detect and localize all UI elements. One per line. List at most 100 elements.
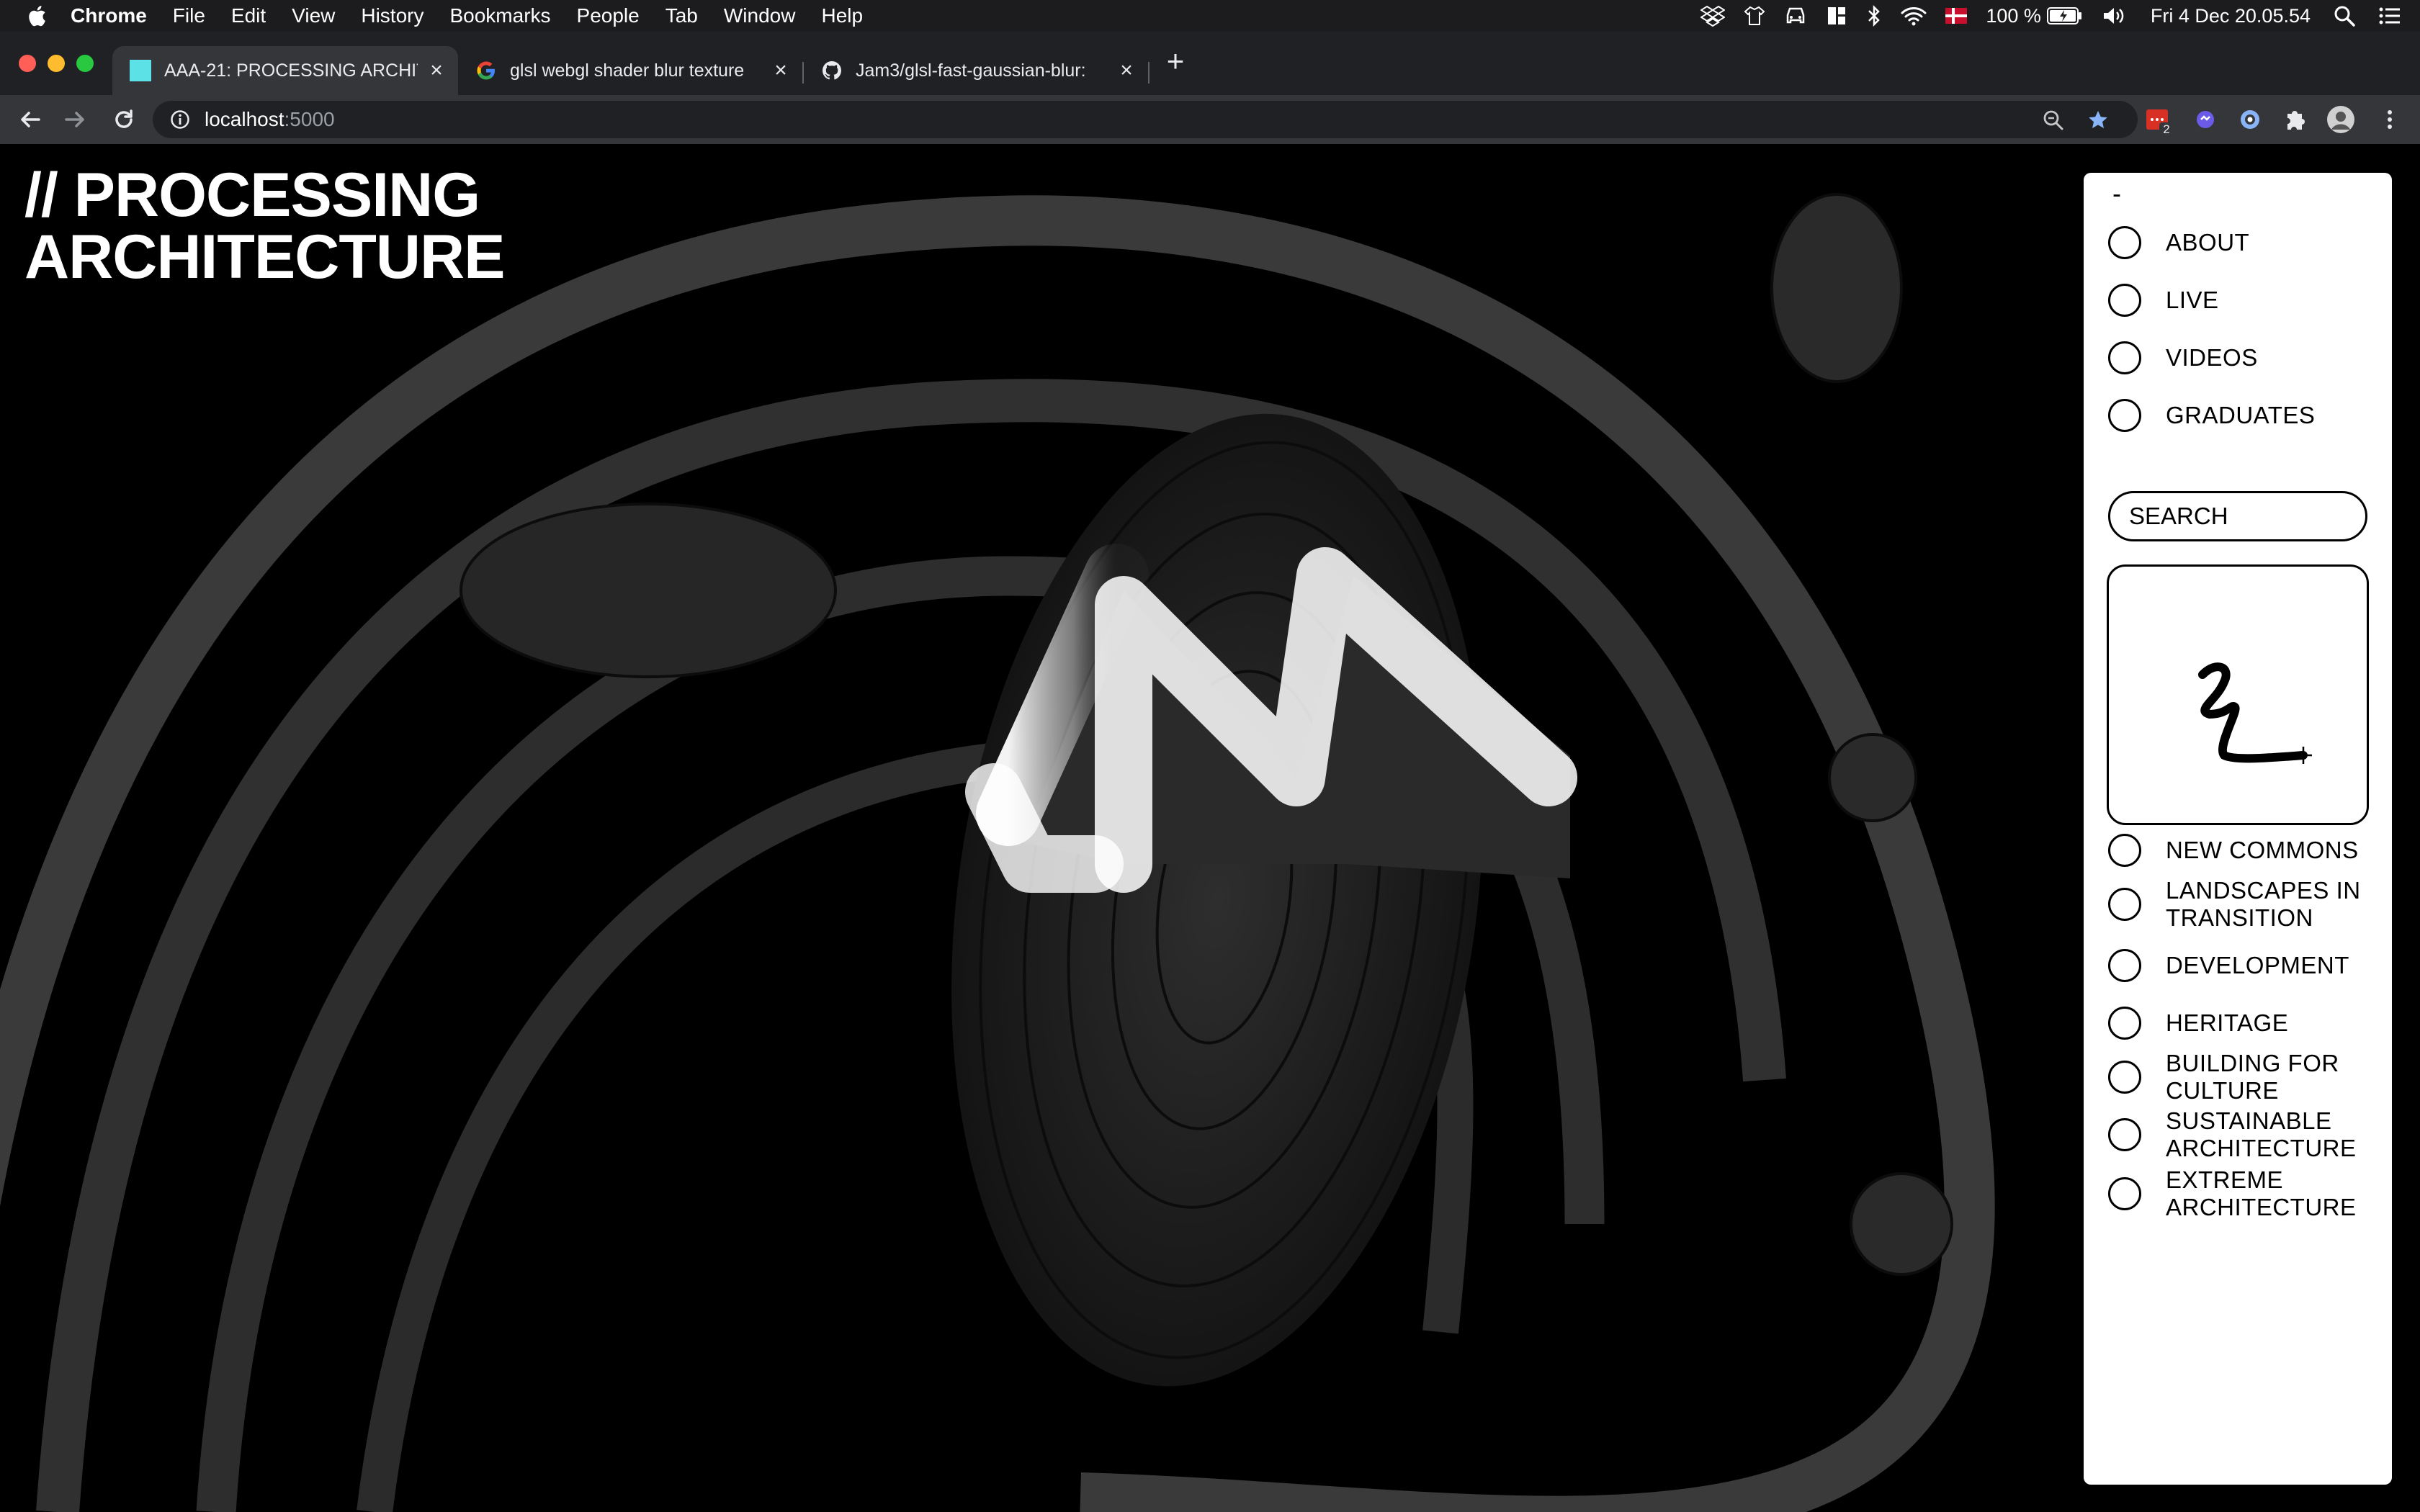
category-development[interactable]: DEVELOPMENT bbox=[2108, 949, 2382, 982]
url-text[interactable]: localhost:5000 bbox=[205, 108, 335, 131]
category-label: BUILDING FOR CULTURE bbox=[2166, 1050, 2339, 1104]
radio-circle-icon[interactable] bbox=[2108, 1118, 2141, 1151]
url-port: :5000 bbox=[284, 108, 335, 130]
close-tab-icon[interactable]: × bbox=[425, 58, 448, 82]
browser-toolbar: localhost:5000 2 bbox=[0, 95, 2420, 144]
radio-circle-icon[interactable] bbox=[2108, 834, 2141, 867]
category-label: NEW COMMONS bbox=[2166, 837, 2359, 863]
nav-item-label: ABOUT bbox=[2166, 229, 2250, 256]
github-icon bbox=[823, 61, 841, 80]
drawn-squiggle-sketch bbox=[2198, 662, 2312, 764]
drawing-pad[interactable] bbox=[2107, 564, 2369, 825]
back-arrow-icon[interactable] bbox=[16, 105, 45, 134]
danish-flag-icon[interactable] bbox=[1945, 8, 1968, 24]
menu-help[interactable]: Help bbox=[821, 4, 863, 27]
site-title-line2: ARCHITECTURE bbox=[24, 222, 505, 292]
spotlight-search-icon[interactable] bbox=[2334, 5, 2355, 27]
category-label: EXTREME ARCHITECTURE bbox=[2166, 1166, 2357, 1220]
chrome-menu-icon[interactable] bbox=[2377, 107, 2403, 132]
nav-item-about[interactable]: ABOUT bbox=[2108, 226, 2382, 259]
menu-window[interactable]: Window bbox=[724, 4, 796, 27]
menubar-datetime[interactable]: Fri 4 Dec 20.05.54 bbox=[2151, 5, 2311, 27]
macos-menu-bar: Chrome File Edit View History Bookmarks … bbox=[0, 0, 2420, 32]
tab-github-repo[interactable]: Jam3/glsl-fast-gaussian-blur: × bbox=[804, 46, 1148, 95]
dropbox-icon[interactable] bbox=[1700, 5, 1726, 27]
menu-history[interactable]: History bbox=[361, 4, 424, 27]
nav-item-live[interactable]: LIVE bbox=[2108, 284, 2382, 317]
volume-icon[interactable] bbox=[2102, 5, 2128, 27]
menu-tab[interactable]: Tab bbox=[666, 4, 698, 27]
forward-arrow-icon[interactable] bbox=[60, 105, 89, 134]
site-info-icon[interactable] bbox=[170, 109, 190, 130]
radio-circle-icon[interactable] bbox=[2108, 888, 2141, 921]
menu-file[interactable]: File bbox=[173, 4, 205, 27]
nav-item-label: LIVE bbox=[2166, 287, 2219, 313]
category-new-commons[interactable]: NEW COMMONS bbox=[2108, 834, 2382, 867]
radio-circle-icon[interactable] bbox=[2108, 341, 2141, 374]
window-close-button[interactable] bbox=[19, 55, 36, 72]
category-extreme-architecture[interactable]: EXTREME ARCHITECTURE bbox=[2108, 1166, 2382, 1221]
radio-circle-icon[interactable] bbox=[2108, 949, 2141, 982]
close-tab-icon[interactable]: × bbox=[769, 58, 792, 82]
extension-circle-icon[interactable] bbox=[2237, 107, 2263, 132]
radio-circle-icon[interactable] bbox=[2108, 226, 2141, 259]
window-minimize-button[interactable] bbox=[48, 55, 65, 72]
wifi-icon[interactable] bbox=[1901, 6, 1927, 26]
menu-app-name[interactable]: Chrome bbox=[71, 4, 147, 27]
tab-title: AAA-21: PROCESSING ARCHITE bbox=[164, 60, 418, 81]
nav-item-label: VIDEOS bbox=[2166, 344, 2258, 371]
extensions-puzzle-icon[interactable] bbox=[2282, 107, 2308, 132]
url-host: localhost bbox=[205, 108, 284, 130]
close-tab-icon[interactable]: × bbox=[1115, 58, 1138, 82]
site-title-line1: // PROCESSING bbox=[24, 161, 480, 230]
profile-avatar-icon[interactable] bbox=[2326, 105, 2355, 134]
shirt-icon[interactable] bbox=[1744, 5, 1765, 27]
zoom-icon[interactable] bbox=[2043, 109, 2064, 131]
menu-edit[interactable]: Edit bbox=[231, 4, 266, 27]
site-title[interactable]: // PROCESSING ARCHITECTURE bbox=[24, 161, 505, 292]
menu-people[interactable]: People bbox=[577, 4, 640, 27]
panel-collapse-toggle[interactable]: - bbox=[2112, 179, 2121, 209]
address-bar[interactable]: localhost:5000 bbox=[153, 101, 2138, 138]
radio-circle-icon[interactable] bbox=[2108, 1061, 2141, 1094]
car-icon[interactable] bbox=[1784, 5, 1807, 27]
extension-badge: 2 bbox=[2159, 122, 2174, 137]
radio-circle-icon[interactable] bbox=[2108, 1007, 2141, 1040]
search-input[interactable] bbox=[2108, 491, 2367, 541]
category-label: SUSTAINABLE ARCHITECTURE bbox=[2166, 1107, 2357, 1161]
tab-processing-architecture[interactable]: AAA-21: PROCESSING ARCHITE × bbox=[112, 46, 458, 95]
nav-item-videos[interactable]: VIDEOS bbox=[2108, 341, 2382, 374]
window-zoom-button[interactable] bbox=[76, 55, 94, 72]
nav-item-label: GRADUATES bbox=[2166, 402, 2316, 428]
menu-view[interactable]: View bbox=[292, 4, 335, 27]
category-label: DEVELOPMENT bbox=[2166, 952, 2349, 978]
generative-art-canvas[interactable] bbox=[0, 144, 2420, 1512]
menu-bookmarks[interactable]: Bookmarks bbox=[449, 4, 550, 27]
google-icon bbox=[477, 61, 495, 80]
category-sustainable-architecture[interactable]: SUSTAINABLE ARCHITECTURE bbox=[2108, 1107, 2382, 1162]
side-navigation-panel: - ABOUT LIVE VIDEOS GRADUATES NEW COMMO bbox=[2084, 173, 2392, 1485]
window-layout-icon[interactable] bbox=[1826, 5, 1847, 27]
bookmark-star-icon[interactable] bbox=[2087, 109, 2109, 131]
site-favicon bbox=[130, 60, 151, 81]
reload-icon[interactable] bbox=[109, 105, 138, 134]
extension-purple-icon[interactable] bbox=[2192, 107, 2218, 132]
battery-icon[interactable] bbox=[2046, 6, 2083, 25]
nav-item-graduates[interactable]: GRADUATES bbox=[2108, 399, 2382, 432]
tab-google-search[interactable]: glsl webgl shader blur texture × bbox=[458, 46, 802, 95]
bluetooth-icon[interactable] bbox=[1866, 5, 1882, 27]
notification-center-icon[interactable] bbox=[2378, 6, 2401, 26]
tab-separator bbox=[1148, 62, 1150, 84]
new-tab-button[interactable]: + bbox=[1161, 46, 1190, 76]
radio-circle-icon[interactable] bbox=[2108, 284, 2141, 317]
radio-circle-icon[interactable] bbox=[2108, 1177, 2141, 1210]
category-heritage[interactable]: HERITAGE bbox=[2108, 1007, 2382, 1040]
category-landscapes-in-transition[interactable]: LANDSCAPES IN TRANSITION bbox=[2108, 877, 2382, 932]
apple-icon[interactable] bbox=[27, 5, 46, 27]
tab-title: glsl webgl shader blur texture bbox=[510, 60, 745, 81]
category-label: LANDSCAPES IN TRANSITION bbox=[2166, 877, 2361, 931]
category-building-for-culture[interactable]: BUILDING FOR CULTURE bbox=[2108, 1050, 2382, 1104]
web-page: // PROCESSING ARCHITECTURE - ABOUT LIVE … bbox=[0, 144, 2420, 1512]
browser-tab-strip: AAA-21: PROCESSING ARCHITE × glsl webgl … bbox=[0, 32, 2420, 95]
radio-circle-icon[interactable] bbox=[2108, 399, 2141, 432]
